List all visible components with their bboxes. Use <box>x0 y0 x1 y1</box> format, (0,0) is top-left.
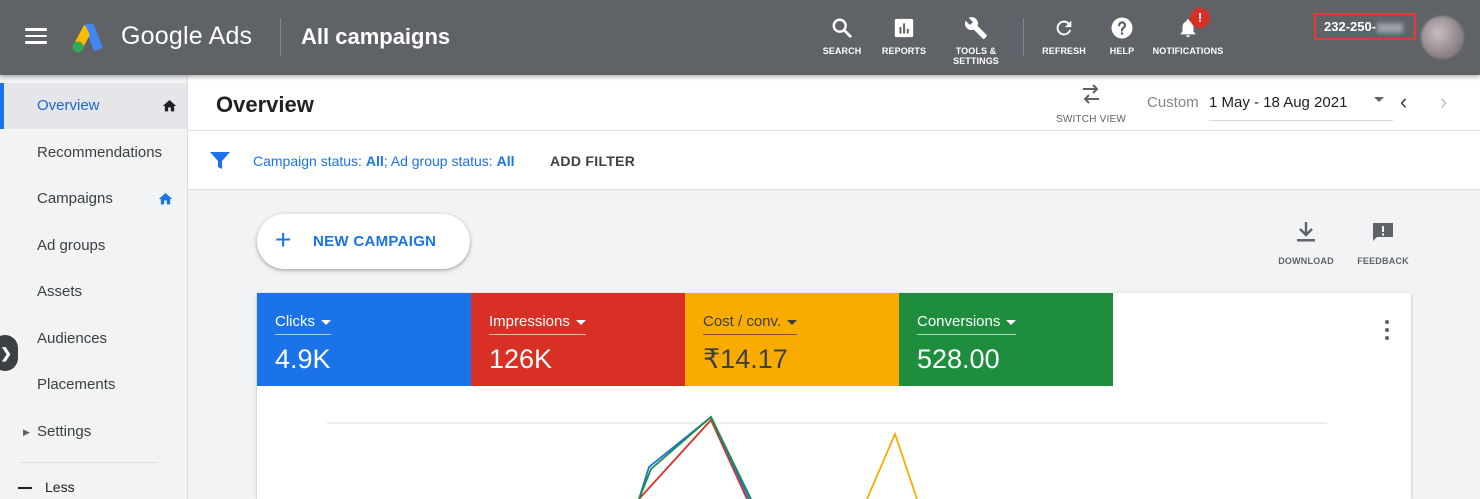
help-label: HELP <box>1109 46 1135 56</box>
sidebar-item-campaigns[interactable]: Campaigns <box>0 176 187 222</box>
active-filters[interactable]: Campaign status: All; Ad group status: A… <box>253 153 514 169</box>
sidebar-item-settings[interactable]: ▶ Settings <box>0 409 187 455</box>
reports-button[interactable]: REPORTS <box>881 14 927 56</box>
dropdown-arrow-icon <box>321 319 331 325</box>
sidebar-item-label: Campaigns <box>37 190 113 207</box>
account-id[interactable]: 232-250- <box>1314 13 1416 40</box>
metric-name: Clicks <box>275 313 315 330</box>
new-campaign-button[interactable]: + NEW CAMPAIGN <box>257 214 470 269</box>
feedback-label: FEEDBACK <box>1357 256 1409 266</box>
tools-settings-button[interactable]: TOOLS & SETTINGS <box>949 14 1003 66</box>
sidebar-item-label: Assets <box>37 283 83 300</box>
performance-line-chart <box>327 415 1327 499</box>
metric-value: 528.00 <box>917 344 1000 374</box>
sidebar-item-label: Recommendations <box>37 144 163 161</box>
sidebar-item-label: Placements <box>37 376 116 393</box>
page-header: Overview SWITCH VIEW Custom 1 May - 18 A… <box>188 75 1480 131</box>
download-button[interactable]: DOWNLOAD <box>1276 221 1336 266</box>
chevron-left-icon[interactable]: ‹ <box>1400 89 1407 115</box>
tools-settings-label: TOOLS & SETTINGS <box>953 46 999 66</box>
metric-name: Impressions <box>489 313 570 330</box>
dropdown-arrow-icon[interactable] <box>1374 97 1384 102</box>
date-range-type: Custom <box>1147 94 1199 111</box>
search-icon <box>832 18 852 38</box>
divider <box>280 18 281 56</box>
metric-value: 126K <box>489 344 553 374</box>
metric-value: ₹14.17 <box>703 344 788 374</box>
sidebar-item-label: Settings <box>37 423 92 440</box>
sidebar-item-recommendations[interactable]: Recommendations <box>0 130 187 176</box>
sidebar-item-placements[interactable]: Placements <box>0 362 187 408</box>
sidebar-nav: Overview Recommendations Campaigns Ad gr… <box>0 75 188 499</box>
metric-value: 4.9K <box>275 344 331 374</box>
switch-view-label: SWITCH VIEW <box>1056 114 1126 125</box>
search-button[interactable]: SEARCH <box>822 14 862 56</box>
date-range-picker[interactable]: 1 May - 18 Aug 2021 <box>1209 94 1347 111</box>
chevron-right-icon[interactable]: › <box>1440 89 1447 115</box>
page-context-title: All campaigns <box>301 24 451 49</box>
notifications-button[interactable]: ! NOTIFICATIONS <box>1152 8 1224 56</box>
notification-badge: ! <box>1190 8 1210 28</box>
help-button[interactable]: HELP <box>1104 14 1140 56</box>
avatar[interactable] <box>1421 16 1464 59</box>
metric-tile-clicks[interactable]: Clicks 4.9K <box>257 293 471 386</box>
download-label: DOWNLOAD <box>1278 256 1334 266</box>
redacted-text <box>1377 22 1404 33</box>
top-app-bar: Google Ads All campaigns SEARCH REPORTS … <box>0 0 1480 75</box>
sidebar-item-label: Ad groups <box>37 237 106 254</box>
dropdown-arrow-icon <box>787 319 798 325</box>
sidebar-item-audiences[interactable]: Audiences <box>0 316 187 362</box>
wrench-icon <box>964 17 987 39</box>
plus-icon: + <box>275 224 292 255</box>
refresh-label: REFRESH <box>1042 46 1086 56</box>
dropdown-arrow-icon <box>575 319 586 325</box>
swap-icon <box>1083 84 1099 104</box>
divider <box>1023 18 1024 56</box>
less-label: Less <box>45 479 75 495</box>
add-filter-button[interactable]: ADD FILTER <box>550 153 635 169</box>
divider <box>20 462 158 463</box>
page-title: Overview <box>216 92 314 117</box>
sidebar-item-ad-groups[interactable]: Ad groups <box>0 223 187 269</box>
sidebar-item-label: Overview <box>37 97 100 114</box>
new-campaign-label: NEW CAMPAIGN <box>313 233 437 250</box>
reports-icon <box>894 18 914 38</box>
metric-name: Conversions <box>917 313 1001 330</box>
filter-icon[interactable] <box>209 151 231 171</box>
dropdown-arrow-icon <box>1006 319 1017 325</box>
feedback-icon <box>1373 223 1393 241</box>
metric-tile-impressions[interactable]: Impressions 126K <box>471 293 685 386</box>
series-line-cost-per-conversion <box>866 431 918 499</box>
performance-card: Clicks 4.9K Impressions 126K Cost / conv… <box>257 293 1411 499</box>
home-icon <box>158 193 173 205</box>
download-icon <box>1297 222 1315 242</box>
series-line-clicks <box>638 415 750 499</box>
search-label: SEARCH <box>822 46 862 56</box>
refresh-icon <box>1056 20 1072 36</box>
more-vert-icon[interactable] <box>1381 320 1393 342</box>
caret-right-icon: ▶ <box>23 427 30 437</box>
filter-bar: Campaign status: All; Ad group status: A… <box>188 131 1480 190</box>
expand-sidebar-button[interactable]: ❯ <box>0 335 18 371</box>
reports-label: REPORTS <box>881 46 927 56</box>
sidebar-item-overview[interactable]: Overview <box>0 83 187 129</box>
sidebar-item-assets[interactable]: Assets <box>0 269 187 315</box>
sidebar-item-label: Audiences <box>37 330 108 347</box>
brand-name: Google Ads <box>121 22 253 50</box>
hamburger-menu-icon[interactable] <box>25 28 47 44</box>
refresh-button[interactable]: REFRESH <box>1041 14 1087 56</box>
google-ads-logo-icon[interactable] <box>70 22 108 54</box>
home-icon <box>162 100 177 112</box>
metric-name: Cost / conv. <box>703 313 782 330</box>
chevron-right-icon: ❯ <box>0 345 12 361</box>
date-underline <box>1209 120 1393 121</box>
show-less-toggle[interactable]: Less <box>18 479 75 495</box>
metric-tile-cost-per-conversion[interactable]: Cost / conv. ₹14.17 <box>685 293 899 386</box>
feedback-button[interactable]: FEEDBACK <box>1355 221 1411 266</box>
minus-icon <box>18 487 32 490</box>
metric-tile-conversions[interactable]: Conversions 528.00 <box>899 293 1113 386</box>
notifications-label: NOTIFICATIONS <box>1152 46 1224 56</box>
switch-view-button[interactable]: SWITCH VIEW <box>1054 83 1128 125</box>
help-icon <box>1111 17 1133 39</box>
